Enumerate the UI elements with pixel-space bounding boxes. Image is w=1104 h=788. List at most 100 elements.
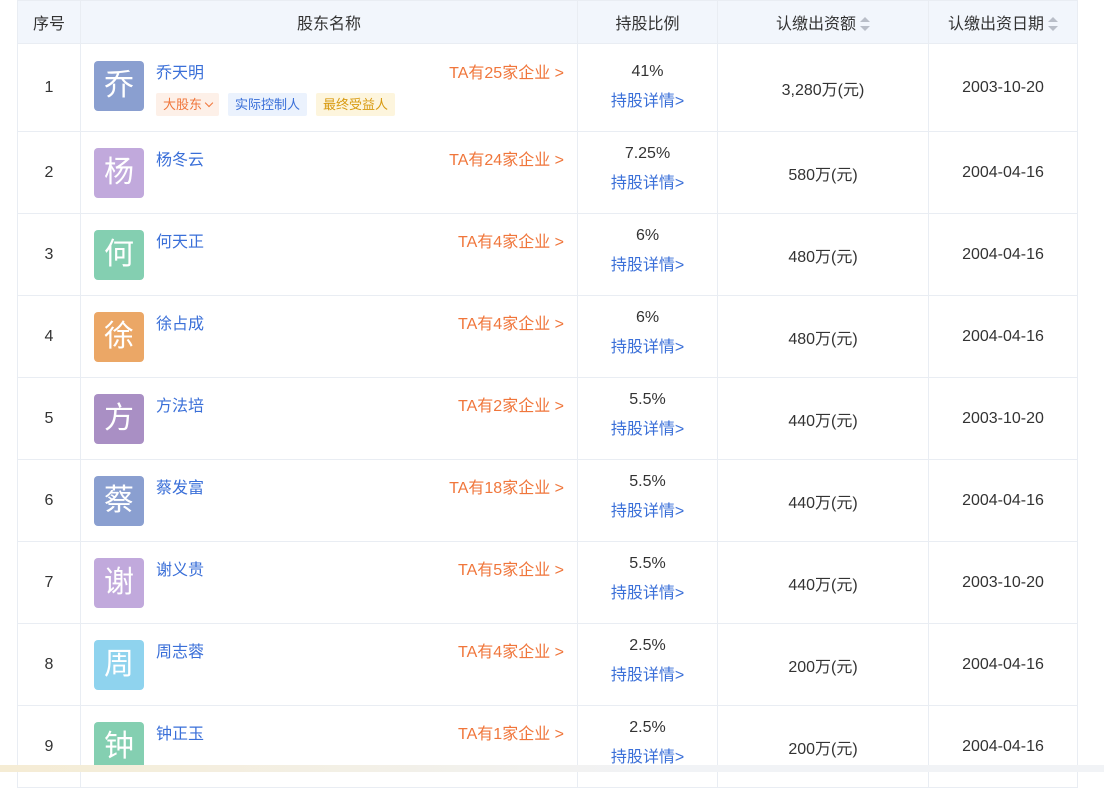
holding-detail-link[interactable]: 持股详情> <box>578 415 717 439</box>
row-index: 5 <box>17 377 81 460</box>
holding-detail-link[interactable]: 持股详情> <box>578 661 717 685</box>
holding-detail-link[interactable]: 持股详情> <box>578 87 717 111</box>
shareholder-name-link[interactable]: 杨冬云 <box>156 146 204 170</box>
table-row: 2 杨 杨冬云 TA有24家企业 > 7.25% 持股详情> 580万(元) 2… <box>17 131 1078 214</box>
ratio-cell: 2.5% 持股详情> <box>577 623 718 706</box>
ratio-cell: 7.25% 持股详情> <box>577 131 718 214</box>
shareholder-name-cell: 谢 谢义贵 TA有5家企业 > <box>80 541 578 624</box>
holding-detail-link[interactable]: 持股详情> <box>578 743 717 767</box>
major-shareholder-tag-label: 大股东 <box>163 97 203 112</box>
subscribed-amount: 440万(元) <box>717 377 929 460</box>
shareholder-name-link[interactable]: 方法培 <box>156 392 204 416</box>
related-companies-link[interactable]: TA有1家企业 > <box>458 720 564 744</box>
shareholder-table-wrapper: 序号 股东名称 持股比例 认缴出资额 认缴出资日期 1 乔 乔天明 TA有25家… <box>17 0 1078 788</box>
actual-controller-tag: 实际控制人 <box>228 93 308 116</box>
share-ratio: 5.5% <box>629 555 666 572</box>
related-companies-link[interactable]: TA有4家企业 > <box>458 638 564 662</box>
avatar[interactable]: 方 <box>94 394 144 444</box>
share-ratio: 5.5% <box>629 391 666 408</box>
shareholder-table: 序号 股东名称 持股比例 认缴出资额 认缴出资日期 1 乔 乔天明 TA有25家… <box>17 0 1078 788</box>
sort-icon[interactable] <box>860 16 870 31</box>
share-ratio: 6% <box>635 227 660 244</box>
table-row: 8 周 周志蓉 TA有4家企业 > 2.5% 持股详情> 200万(元) 200… <box>17 623 1078 706</box>
shareholder-name-cell: 周 周志蓉 TA有4家企业 > <box>80 623 578 706</box>
shareholder-name-link[interactable]: 周志蓉 <box>156 638 204 662</box>
shareholder-name-cell: 方 方法培 TA有2家企业 > <box>80 377 578 460</box>
related-companies-link[interactable]: TA有5家企业 > <box>458 556 564 580</box>
shareholder-name-link[interactable]: 何天正 <box>156 228 204 252</box>
related-companies-link[interactable]: TA有2家企业 > <box>458 392 564 416</box>
table-body: 1 乔 乔天明 TA有25家企业 > 大股东 实际控制人 最终受益人 41% 持… <box>17 43 1078 788</box>
ultimate-beneficiary-tag: 最终受益人 <box>316 93 396 116</box>
holding-detail-link[interactable]: 持股详情> <box>578 333 717 357</box>
shareholder-name-cell: 蔡 蔡发富 TA有18家企业 > <box>80 459 578 542</box>
ratio-cell: 5.5% 持股详情> <box>577 459 718 542</box>
related-companies-link[interactable]: TA有4家企业 > <box>458 310 564 334</box>
avatar[interactable]: 何 <box>94 230 144 280</box>
header-amount-label: 认缴出资额 <box>775 16 856 33</box>
row-index: 4 <box>17 295 81 378</box>
row-index: 9 <box>17 705 81 788</box>
header-amount[interactable]: 认缴出资额 <box>717 0 929 44</box>
row-index: 1 <box>17 43 81 132</box>
share-ratio: 2.5% <box>629 719 666 736</box>
holding-detail-link[interactable]: 持股详情> <box>578 497 717 521</box>
major-shareholder-tag[interactable]: 大股东 <box>156 93 220 116</box>
table-row: 5 方 方法培 TA有2家企业 > 5.5% 持股详情> 440万(元) 200… <box>17 377 1078 460</box>
row-index: 2 <box>17 131 81 214</box>
subscribed-amount: 440万(元) <box>717 459 929 542</box>
subscribed-date: 2003-10-20 <box>928 541 1078 624</box>
subscribed-amount: 200万(元) <box>717 623 929 706</box>
shareholder-tags: 大股东 实际控制人 最终受益人 <box>156 93 396 116</box>
ratio-cell: 2.5% 持股详情> <box>577 705 718 788</box>
header-index: 序号 <box>17 0 81 44</box>
avatar[interactable]: 周 <box>94 640 144 690</box>
shareholder-name-link[interactable]: 蔡发富 <box>156 474 204 498</box>
related-companies-link[interactable]: TA有25家企业 > <box>449 59 564 83</box>
share-ratio: 41% <box>631 63 664 80</box>
subscribed-date: 2004-04-16 <box>928 213 1078 296</box>
avatar[interactable]: 徐 <box>94 312 144 362</box>
table-row: 3 何 何天正 TA有4家企业 > 6% 持股详情> 480万(元) 2004-… <box>17 213 1078 296</box>
shareholder-name-link[interactable]: 乔天明 <box>156 59 204 83</box>
subscribed-amount: 480万(元) <box>717 295 929 378</box>
shareholder-name-link[interactable]: 徐占成 <box>156 310 204 334</box>
header-date-label: 认缴出资日期 <box>947 16 1044 33</box>
ratio-cell: 5.5% 持股详情> <box>577 541 718 624</box>
bottom-scroll-strip <box>0 765 1104 772</box>
holding-detail-link[interactable]: 持股详情> <box>578 251 717 275</box>
table-row: 4 徐 徐占成 TA有4家企业 > 6% 持股详情> 480万(元) 2004-… <box>17 295 1078 378</box>
avatar[interactable]: 杨 <box>94 148 144 198</box>
table-row: 1 乔 乔天明 TA有25家企业 > 大股东 实际控制人 最终受益人 41% 持… <box>17 43 1078 132</box>
share-ratio: 7.25% <box>624 145 671 162</box>
related-companies-link[interactable]: TA有24家企业 > <box>449 146 564 170</box>
sort-icon[interactable] <box>1048 16 1058 31</box>
share-ratio: 5.5% <box>629 473 666 490</box>
row-index: 8 <box>17 623 81 706</box>
table-row: 9 钟 钟正玉 TA有1家企业 > 2.5% 持股详情> 200万(元) 200… <box>17 705 1078 788</box>
share-ratio: 6% <box>635 309 660 326</box>
avatar[interactable]: 谢 <box>94 558 144 608</box>
subscribed-date: 2004-04-16 <box>928 459 1078 542</box>
avatar[interactable]: 乔 <box>94 61 144 111</box>
subscribed-date: 2003-10-20 <box>928 377 1078 460</box>
shareholder-name-link[interactable]: 谢义贵 <box>156 556 204 580</box>
header-date[interactable]: 认缴出资日期 <box>928 0 1078 44</box>
related-companies-link[interactable]: TA有4家企业 > <box>458 228 564 252</box>
holding-detail-link[interactable]: 持股详情> <box>578 169 717 193</box>
subscribed-date: 2004-04-16 <box>928 131 1078 214</box>
table-row: 7 谢 谢义贵 TA有5家企业 > 5.5% 持股详情> 440万(元) 200… <box>17 541 1078 624</box>
subscribed-amount: 480万(元) <box>717 213 929 296</box>
shareholder-name-cell: 徐 徐占成 TA有4家企业 > <box>80 295 578 378</box>
table-header-row: 序号 股东名称 持股比例 认缴出资额 认缴出资日期 <box>17 0 1078 44</box>
shareholder-name-link[interactable]: 钟正玉 <box>156 720 204 744</box>
subscribed-date: 2004-04-16 <box>928 295 1078 378</box>
subscribed-amount: 580万(元) <box>717 131 929 214</box>
row-index: 6 <box>17 459 81 542</box>
holding-detail-link[interactable]: 持股详情> <box>578 579 717 603</box>
share-ratio: 2.5% <box>629 637 666 654</box>
shareholder-name-cell: 杨 杨冬云 TA有24家企业 > <box>80 131 578 214</box>
shareholder-name-cell: 何 何天正 TA有4家企业 > <box>80 213 578 296</box>
related-companies-link[interactable]: TA有18家企业 > <box>449 474 564 498</box>
avatar[interactable]: 蔡 <box>94 476 144 526</box>
